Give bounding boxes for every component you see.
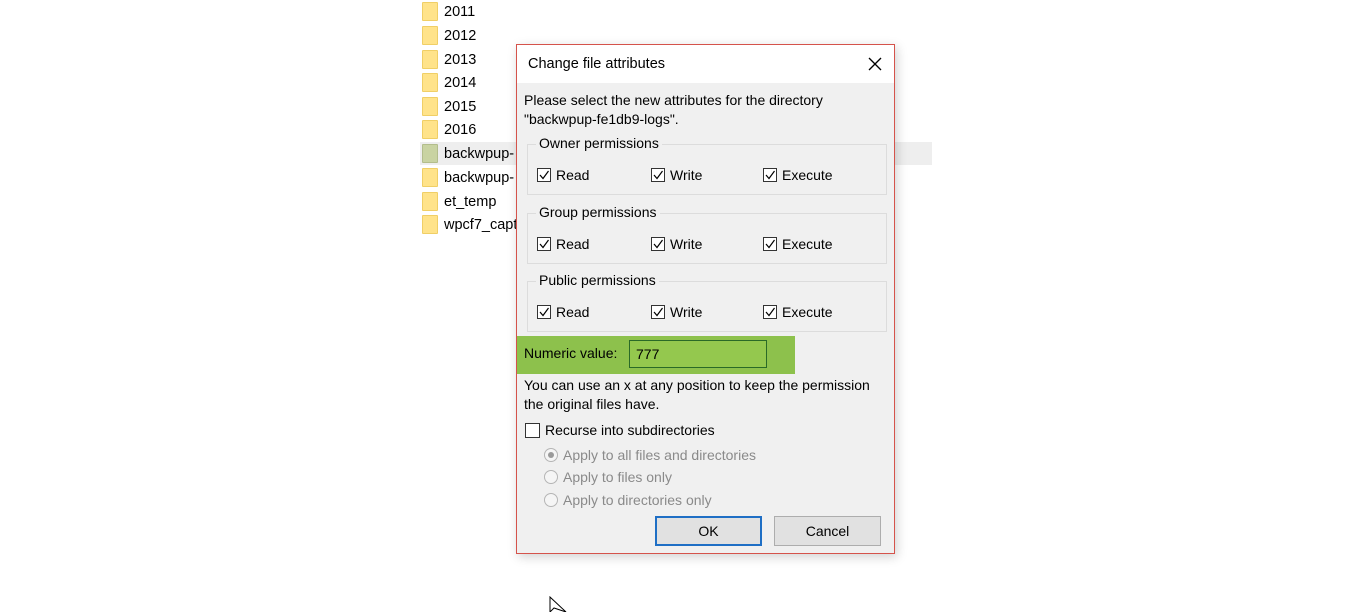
check-icon: [539, 307, 549, 317]
group-execute-checkbox[interactable]: Execute: [763, 236, 833, 252]
description-line: Please select the new attributes for the…: [524, 92, 823, 108]
radio-apply-all[interactable]: Apply to all files and directories: [544, 447, 756, 463]
group-label: Public permissions: [536, 272, 659, 288]
checkbox-label: Execute: [782, 236, 833, 252]
radio-apply-directories[interactable]: Apply to directories only: [544, 492, 712, 508]
file-name: wpcf7_capt: [444, 216, 518, 233]
dialog-description: Please select the new attributes for the…: [524, 91, 889, 129]
checkbox-label: Read: [556, 167, 590, 183]
description-line: "backwpup-fe1db9-logs".: [524, 111, 679, 127]
folder-icon: [422, 97, 438, 116]
file-name: backwpup-: [444, 169, 515, 186]
close-button[interactable]: [862, 51, 888, 77]
checkbox-label: Read: [556, 236, 590, 252]
recurse-checkbox[interactable]: Recurse into subdirectories: [525, 422, 715, 438]
folder-icon: [422, 192, 438, 211]
folder-icon: [422, 26, 438, 45]
file-name: 2015: [444, 98, 477, 115]
checkbox-box[interactable]: [651, 168, 665, 182]
checkbox-box[interactable]: [651, 237, 665, 251]
owner-execute-checkbox[interactable]: Execute: [763, 167, 833, 183]
file-name: 2016: [444, 121, 477, 138]
folder-icon: [422, 168, 438, 187]
checkbox-label: Execute: [782, 304, 833, 320]
dialog-titlebar[interactable]: Change file attributes: [517, 45, 894, 83]
group-write-checkbox[interactable]: Write: [651, 236, 702, 252]
file-name: et_temp: [444, 193, 497, 210]
check-icon: [765, 239, 775, 249]
checkbox-label: Write: [670, 236, 703, 252]
file-row-2011[interactable]: 2011: [420, 0, 932, 23]
public-execute-checkbox[interactable]: Execute: [763, 304, 833, 320]
public-read-checkbox[interactable]: Read: [537, 304, 589, 320]
checkbox-box[interactable]: [651, 305, 665, 319]
public-write-checkbox[interactable]: Write: [651, 304, 702, 320]
group-label: Group permissions: [536, 204, 660, 220]
change-attributes-dialog: Change file attributes Please select the…: [516, 44, 895, 554]
checkbox-box[interactable]: [525, 422, 540, 438]
folder-icon: [422, 73, 438, 92]
check-icon: [765, 170, 775, 180]
group-label: Owner permissions: [536, 135, 662, 151]
file-name: 2014: [444, 74, 477, 91]
folder-icon: [422, 120, 438, 139]
checkbox-box[interactable]: [763, 237, 777, 251]
numeric-value-input[interactable]: [629, 340, 767, 368]
numeric-value-label: Numeric value:: [524, 345, 618, 361]
check-icon: [653, 170, 663, 180]
group-permissions-group: Group permissions Read Write Execute: [527, 204, 887, 264]
radio-apply-files[interactable]: Apply to files only: [544, 469, 672, 485]
dialog-title: Change file attributes: [528, 56, 666, 72]
public-permissions-group: Public permissions Read Write Execute: [527, 272, 887, 332]
radio-dot[interactable]: [544, 493, 558, 507]
checkbox-label: Recurse into subdirectories: [545, 422, 715, 438]
check-icon: [539, 170, 549, 180]
radio-dot[interactable]: [544, 448, 558, 462]
folder-icon: [422, 215, 438, 234]
file-name: 2012: [444, 27, 477, 44]
folder-icon: [422, 50, 438, 69]
check-icon: [653, 239, 663, 249]
check-icon: [539, 239, 549, 249]
owner-read-checkbox[interactable]: Read: [537, 167, 589, 183]
close-icon: [868, 57, 882, 71]
checkbox-box[interactable]: [537, 305, 551, 319]
checkbox-box[interactable]: [537, 168, 551, 182]
radio-dot[interactable]: [544, 470, 558, 484]
mouse-cursor-icon: [549, 596, 567, 612]
checkbox-label: Read: [556, 304, 590, 320]
hint-line: the original files have.: [524, 396, 660, 412]
checkbox-box[interactable]: [537, 237, 551, 251]
owner-write-checkbox[interactable]: Write: [651, 167, 702, 183]
check-icon: [765, 307, 775, 317]
radio-label: Apply to files only: [563, 469, 672, 485]
file-name: 2011: [444, 3, 476, 20]
cancel-button[interactable]: Cancel: [774, 516, 881, 546]
radio-label: Apply to directories only: [563, 492, 712, 508]
ok-button[interactable]: OK: [655, 516, 762, 546]
owner-permissions-group: Owner permissions Read Write Execute: [527, 135, 887, 195]
file-name: backwpup-: [444, 145, 515, 162]
group-read-checkbox[interactable]: Read: [537, 236, 589, 252]
file-name: 2013: [444, 51, 477, 68]
checkbox-box[interactable]: [763, 168, 777, 182]
folder-icon: [422, 2, 438, 21]
checkbox-label: Write: [670, 167, 703, 183]
numeric-hint: You can use an x at any position to keep…: [524, 376, 892, 414]
checkbox-label: Execute: [782, 167, 833, 183]
hint-line: You can use an x at any position to keep…: [524, 377, 870, 393]
checkbox-label: Write: [670, 304, 703, 320]
checkbox-box[interactable]: [763, 305, 777, 319]
folder-icon: [422, 144, 438, 163]
radio-label: Apply to all files and directories: [563, 447, 756, 463]
check-icon: [653, 307, 663, 317]
